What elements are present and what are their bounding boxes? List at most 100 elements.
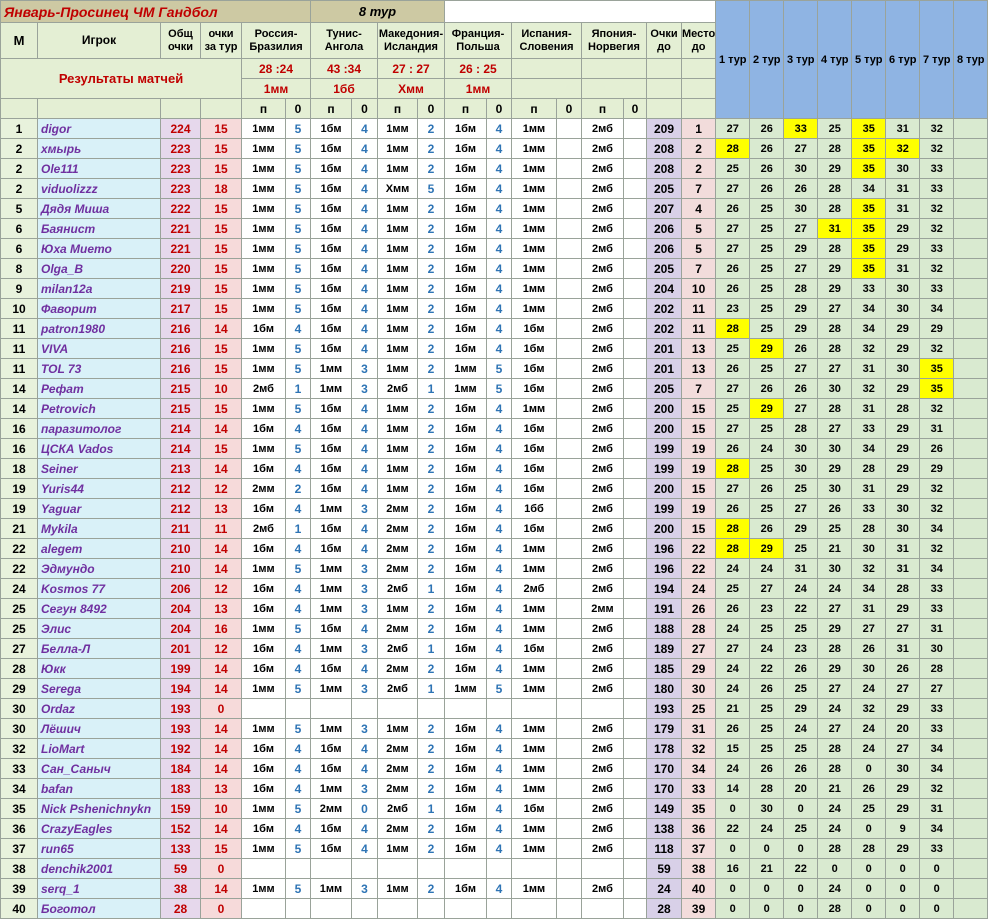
prediction-cell: 1мм <box>377 258 418 279</box>
prediction-cell: 1мм <box>377 118 418 139</box>
prediction-points-cell: 4 <box>285 538 311 559</box>
prediction-points-cell: 4 <box>351 158 378 179</box>
prediction-points-cell: 5 <box>285 178 311 199</box>
prediction-cell: 2мб <box>581 878 624 899</box>
player-name: run65 <box>37 838 161 859</box>
prediction-cell <box>377 898 418 919</box>
tour-score-cell: 28 <box>817 738 853 759</box>
prediction-points-cell <box>623 878 647 899</box>
player-name: serq_1 <box>37 878 161 899</box>
match-result-5 <box>511 78 582 99</box>
prediction-points-cell <box>623 118 647 139</box>
prediction-cell: 1бм <box>444 538 487 559</box>
tour-score-cell: 28 <box>817 398 853 419</box>
prediction-points-cell <box>623 158 647 179</box>
player-name: Ole111 <box>37 158 161 179</box>
prediction-cell: 1мм <box>511 878 557 899</box>
tour-8-cell <box>953 298 989 319</box>
tour-score-cell: 20 <box>783 778 819 799</box>
tour-score-cell: 25 <box>783 818 819 839</box>
tour-score-cell: 16 <box>715 858 751 879</box>
place-before-cell: 19 <box>680 438 717 459</box>
tour-score-cell: 26 <box>749 758 785 779</box>
prediction-cell: 1бм <box>444 398 487 419</box>
tour-score-cell: 31 <box>851 478 887 499</box>
tour-score-cell: 29 <box>885 598 921 619</box>
tour-8-cell <box>953 118 989 139</box>
prediction-points-cell: 4 <box>486 178 512 199</box>
prediction-cell: 1бм <box>310 118 352 139</box>
prediction-points-cell: 2 <box>417 298 445 319</box>
player-name: Фаворит <box>37 298 161 319</box>
prediction-points-cell: 4 <box>285 638 311 659</box>
tour-score-cell: 27 <box>749 578 785 599</box>
tour-score-cell: 28 <box>817 898 853 919</box>
tour-8-cell <box>953 338 989 359</box>
prediction-cell: 2мб <box>581 778 624 799</box>
rank-cell: 1 <box>0 118 38 139</box>
prediction-cell: 2мб <box>581 198 624 219</box>
tour-score-cell: 28 <box>817 758 853 779</box>
tour-points-cell: 15 <box>200 298 242 319</box>
prediction-cell: 2мб <box>581 618 624 639</box>
prediction-cell: 1бм <box>444 338 487 359</box>
tour-score-cell: 25 <box>715 338 751 359</box>
rank-cell: 16 <box>0 418 38 439</box>
prediction-cell: 1мм <box>511 278 557 299</box>
tour-score-cell: 31 <box>851 598 887 619</box>
place-before-cell: 19 <box>680 458 717 479</box>
tour-8-cell <box>953 638 989 659</box>
prediction-cell: 1бм <box>310 198 352 219</box>
prediction-cell: 1мм <box>444 378 487 399</box>
tour-8-cell <box>953 598 989 619</box>
prediction-points-cell: 4 <box>486 738 512 759</box>
tour-points-cell: 15 <box>200 838 242 859</box>
tour-score-cell: 29 <box>783 238 819 259</box>
tour-score-cell: 28 <box>851 458 887 479</box>
prediction-points-cell <box>556 238 582 259</box>
prediction-cell <box>511 898 557 919</box>
prediction-cell: 1бм <box>310 658 352 679</box>
tour-score-cell: 25 <box>749 458 785 479</box>
prediction-cell: 1бм <box>310 158 352 179</box>
tour-score-cell: 0 <box>851 858 887 879</box>
tour-points-cell: 15 <box>200 218 242 239</box>
prediction-points-cell <box>623 418 647 439</box>
player-name: bafan <box>37 778 161 799</box>
place-before-cell: 4 <box>680 198 717 219</box>
total-points-cell: 222 <box>160 198 201 219</box>
prediction-cell: 1мм <box>511 758 557 779</box>
prediction-cell: 1мм <box>377 478 418 499</box>
prediction-points-cell <box>556 178 582 199</box>
prediction-cell: 1бм <box>310 758 352 779</box>
tour-score-cell: 35 <box>851 198 887 219</box>
tour-8-cell <box>953 618 989 639</box>
prediction-points-cell <box>623 438 647 459</box>
prediction-points-cell: 4 <box>486 638 512 659</box>
title-row: Январь-Просинец ЧМ Гандбол 8 тур 1 тур 2… <box>0 0 989 119</box>
tour-score-cell: 31 <box>919 418 955 439</box>
prediction-points-cell <box>623 758 647 779</box>
points-before-cell: 180 <box>646 678 682 699</box>
place-before-header: Место до <box>680 22 717 59</box>
tour-8-cell <box>953 498 989 519</box>
tour-score-cell: 30 <box>851 658 887 679</box>
place-before-cell: 7 <box>680 178 717 199</box>
place-before-cell: 39 <box>680 898 717 919</box>
total-points-cell: 59 <box>160 858 201 879</box>
prediction-cell: 1мм <box>241 198 286 219</box>
tour-8-cell <box>953 658 989 679</box>
tour-score-cell: 27 <box>851 618 887 639</box>
tour-score-cell: 35 <box>851 138 887 159</box>
prediction-cell: 1бм <box>241 538 286 559</box>
prediction-cell: 1бм <box>310 138 352 159</box>
tour-score-cell: 0 <box>783 878 819 899</box>
prediction-points-cell: 2 <box>417 618 445 639</box>
tour-score-cell: 32 <box>919 498 955 519</box>
tour-score-cell: 34 <box>851 298 887 319</box>
prediction-points-cell <box>556 418 582 439</box>
prediction-points-cell: 4 <box>351 218 378 239</box>
prediction-points-cell <box>623 898 647 919</box>
points-before-cell: 200 <box>646 398 682 419</box>
tour-score-cell: 35 <box>919 378 955 399</box>
